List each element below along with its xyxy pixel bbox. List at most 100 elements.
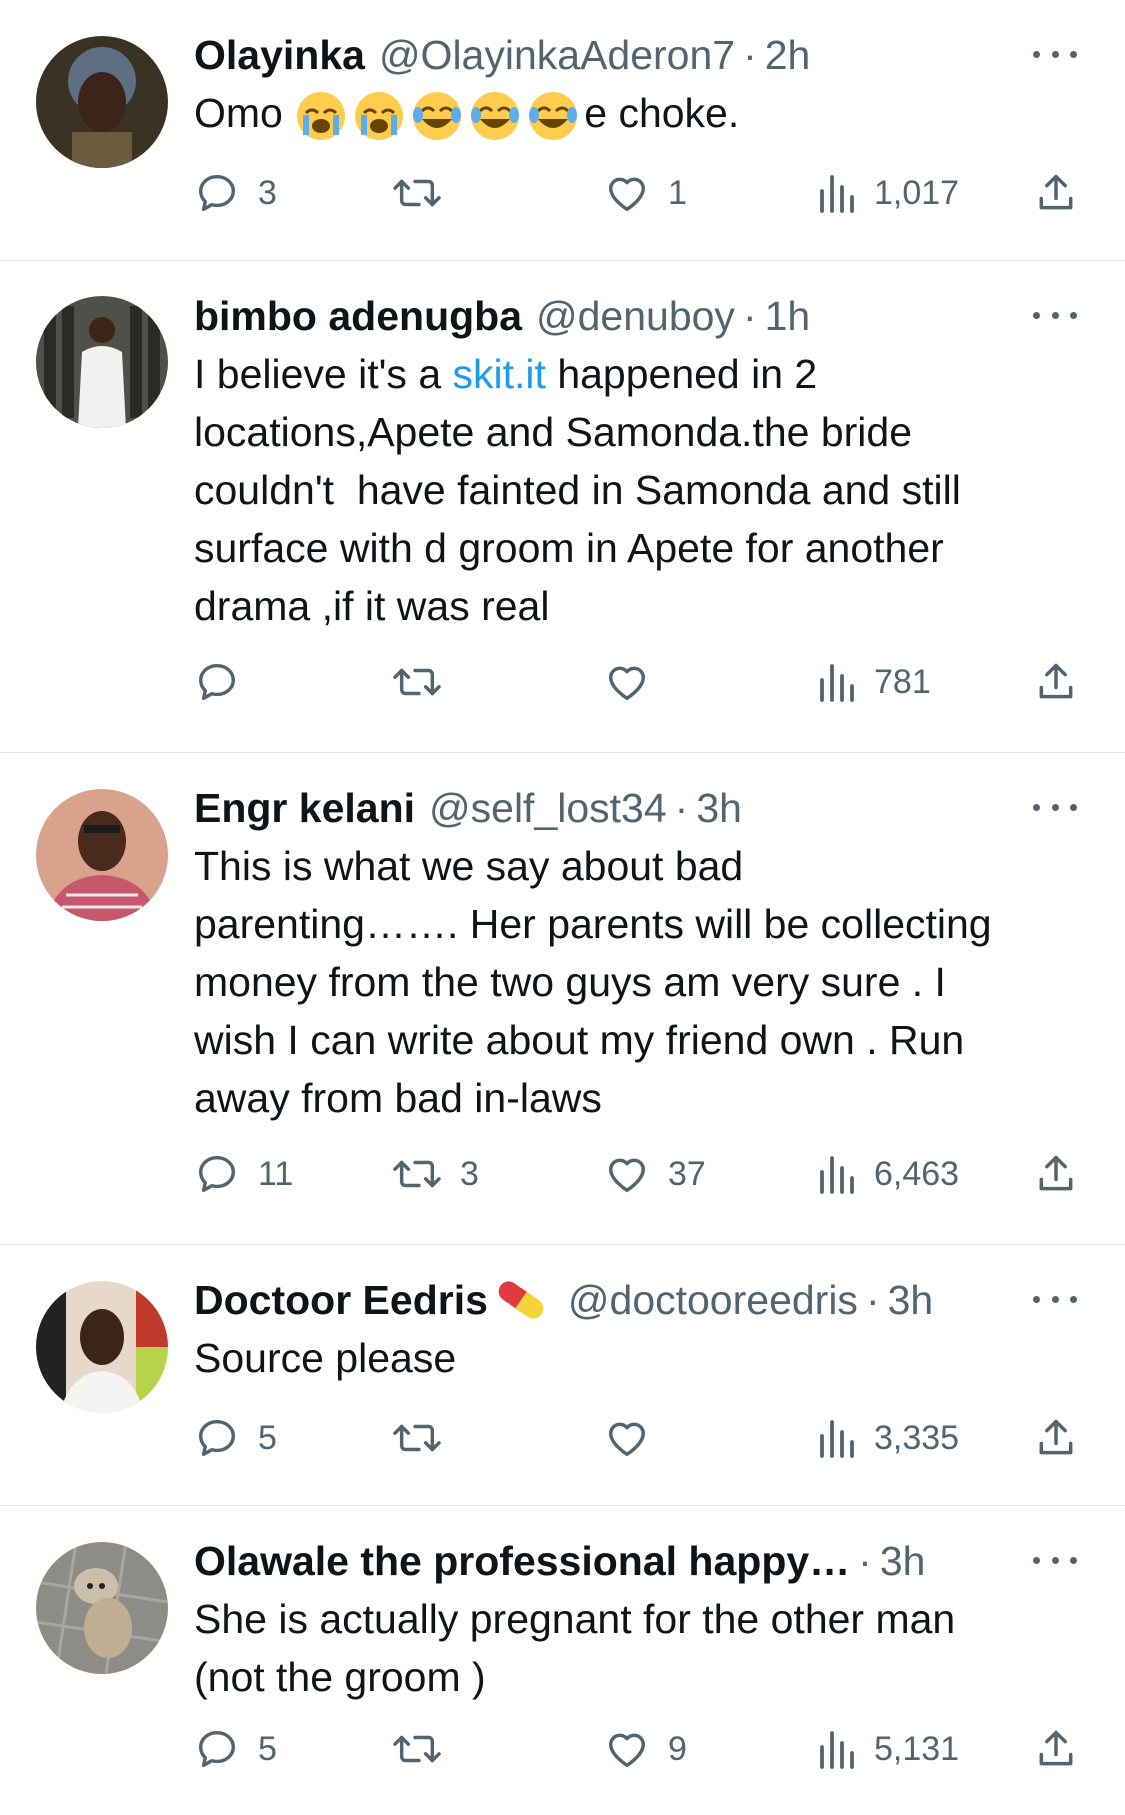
views-button[interactable]: 6,463	[816, 1149, 959, 1199]
like-button[interactable]: 37	[604, 1149, 706, 1199]
tweet-header: Doctoor Eedris @doctooreedris · 3h	[194, 1271, 1085, 1329]
timestamp[interactable]: 1h	[765, 287, 811, 345]
avatar[interactable]	[36, 296, 168, 428]
more-options-icon[interactable]	[1033, 1289, 1077, 1309]
loudly-crying-face-icon	[355, 92, 404, 141]
views-chart-icon	[820, 1156, 854, 1194]
display-name[interactable]: Doctoor Eedris	[194, 1271, 488, 1329]
more-options-icon[interactable]	[1033, 305, 1077, 325]
separator: ·	[858, 1538, 872, 1584]
like-button[interactable]: 9	[604, 1724, 687, 1774]
share-icon	[1039, 174, 1073, 210]
display-name[interactable]: Olayinka	[194, 26, 365, 84]
action-bar: 5 9 5,131	[194, 1724, 1085, 1774]
tweet-text: This is what we say about bad parenting……	[194, 843, 992, 1121]
tweet-text-part: Omo	[194, 90, 295, 136]
like-count: 37	[668, 1154, 706, 1193]
user-handle[interactable]: @OlayinkaAderon7	[379, 26, 735, 84]
separator: ·	[743, 32, 757, 78]
like-button[interactable]	[604, 657, 668, 707]
retweet-count: 3	[460, 1154, 479, 1193]
tweet[interactable]: Engr kelani @self_lost34 · 3h This is wh…	[0, 753, 1125, 1245]
reply-button[interactable]: 5	[194, 1724, 277, 1774]
reply-icon	[198, 174, 236, 212]
tweet-text-part: I believe it's a	[194, 351, 453, 397]
share-button[interactable]	[1034, 1724, 1078, 1774]
reply-count: 11	[258, 1154, 294, 1193]
retweet-button[interactable]	[392, 657, 460, 707]
reply-button[interactable]: 3	[194, 168, 277, 218]
reply-icon	[198, 1419, 236, 1457]
share-icon	[1039, 1155, 1073, 1191]
tweet-link[interactable]: skit.it	[453, 351, 546, 397]
user-handle[interactable]: @self_lost34	[429, 779, 667, 837]
share-button[interactable]	[1034, 1149, 1078, 1199]
reply-button[interactable]: 11	[194, 1149, 293, 1199]
reply-button[interactable]	[194, 657, 258, 707]
like-count: 1	[668, 173, 687, 212]
reply-button[interactable]: 5	[194, 1413, 277, 1463]
view-count: 781	[874, 662, 931, 701]
more-options-icon[interactable]	[1033, 1550, 1077, 1570]
heart-icon	[608, 1733, 646, 1768]
share-button[interactable]	[1034, 657, 1078, 707]
like-button[interactable]: 1	[604, 168, 687, 218]
heart-icon	[608, 1158, 646, 1193]
views-chart-icon	[820, 1420, 854, 1458]
share-button[interactable]	[1034, 1413, 1078, 1463]
views-button[interactable]: 1,017	[816, 168, 959, 218]
retweet-button[interactable]	[392, 168, 460, 218]
retweet-icon	[393, 668, 441, 696]
tweet[interactable]: Doctoor Eedris @doctooreedris · 3h Sourc…	[0, 1245, 1125, 1506]
tweet-text-part: e choke.	[584, 90, 740, 136]
retweet-button[interactable]	[392, 1724, 460, 1774]
retweet-icon	[393, 179, 441, 207]
share-icon	[1039, 1730, 1073, 1766]
views-button[interactable]: 5,131	[816, 1724, 959, 1774]
avatar[interactable]	[36, 36, 168, 168]
views-button[interactable]: 781	[816, 657, 931, 707]
more-options-icon[interactable]	[1033, 44, 1077, 64]
tweet-header: Olawale the professional happy… · 3h	[194, 1532, 1085, 1590]
tweet-header: Engr kelani @self_lost34 · 3h	[194, 779, 1085, 837]
tweet[interactable]: Olayinka @OlayinkaAderon7 · 2h Omo e cho…	[0, 0, 1125, 261]
share-button[interactable]	[1034, 168, 1078, 218]
view-count: 6,463	[874, 1154, 960, 1193]
reply-count: 5	[258, 1418, 277, 1457]
view-count: 5,131	[874, 1729, 960, 1768]
retweet-button[interactable]	[392, 1413, 460, 1463]
action-bar: 3 1 1,017	[194, 168, 1085, 218]
share-icon	[1039, 1419, 1073, 1455]
tweet[interactable]: bimbo adenugba @denuboy · 1h I believe i…	[0, 261, 1125, 753]
timestamp[interactable]: 3h	[888, 1271, 934, 1329]
tweet-text: Source please	[194, 1335, 457, 1381]
retweet-button[interactable]: 3	[392, 1149, 479, 1199]
user-handle[interactable]: @denuboy	[536, 287, 735, 345]
avatar[interactable]	[36, 789, 168, 921]
separator: ·	[742, 293, 757, 339]
reply-icon	[198, 1730, 236, 1768]
tweet[interactable]: Olawale the professional happy… · 3h She…	[0, 1506, 1125, 1815]
display-name[interactable]: Olawale the professional happy…	[194, 1532, 850, 1590]
reply-icon	[198, 663, 236, 701]
timestamp[interactable]: 3h	[696, 779, 742, 837]
tweet-text: I believe it's a skit.it happened in 2 l…	[194, 345, 1085, 635]
avatar[interactable]	[36, 1542, 168, 1674]
avatar[interactable]	[36, 1281, 168, 1413]
like-count: 9	[668, 1729, 687, 1768]
display-name[interactable]: bimbo adenugba	[194, 287, 522, 345]
timestamp[interactable]: 2h	[765, 26, 811, 84]
face-with-tears-of-joy-icon	[413, 92, 462, 141]
reply-icon	[198, 1155, 236, 1193]
display-name[interactable]: Engr kelani	[194, 779, 415, 837]
face-with-tears-of-joy-icon	[529, 92, 578, 141]
like-button[interactable]	[604, 1413, 668, 1463]
emoji-group	[294, 90, 584, 141]
timestamp[interactable]: 3h	[880, 1532, 926, 1590]
action-bar: 11 3 37 6,463	[194, 1149, 1085, 1199]
more-options-icon[interactable]	[1033, 797, 1077, 817]
retweet-icon	[393, 1424, 441, 1452]
views-button[interactable]: 3,335	[816, 1413, 959, 1463]
user-handle[interactable]: @doctooreedris	[568, 1271, 858, 1329]
heart-icon	[608, 177, 646, 212]
